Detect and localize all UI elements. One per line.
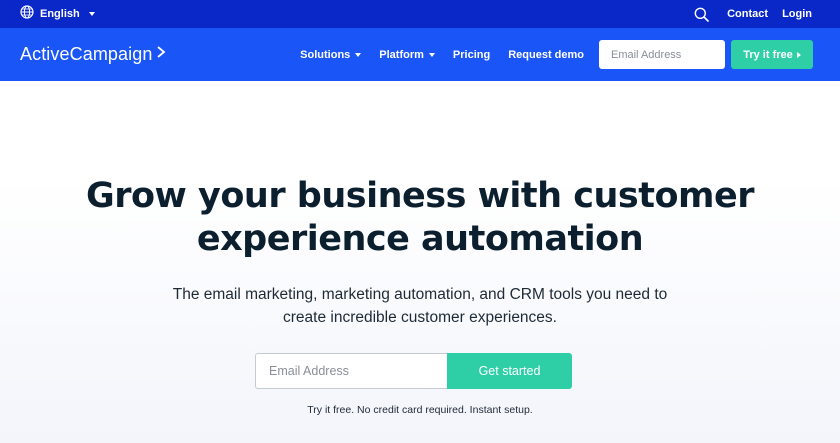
- chevron-down-icon: [88, 12, 95, 16]
- chevron-right-icon: [156, 45, 166, 64]
- try-it-free-button[interactable]: Try it free: [731, 40, 813, 69]
- contact-link[interactable]: Contact: [727, 8, 768, 20]
- nav-item-label: Request demo: [508, 48, 584, 61]
- nav-item-platform[interactable]: Platform: [379, 49, 435, 61]
- search-icon[interactable]: [694, 7, 709, 22]
- login-link[interactable]: Login: [782, 8, 812, 20]
- main-nav: ActiveCampaign Solutions Platform Pricin…: [0, 28, 840, 81]
- nav-links: Solutions Platform Pricing Request demo …: [300, 40, 813, 69]
- hero-subtitle-line-1: The email marketing, marketing automatio…: [172, 286, 668, 303]
- globe-icon: [20, 4, 34, 24]
- logo-text: ActiveCampaign: [20, 44, 153, 64]
- nav-item-label: Pricing: [452, 48, 491, 61]
- hero-title-line-1: Grow your business with customer: [86, 176, 755, 216]
- logo[interactable]: ActiveCampaign: [20, 44, 166, 65]
- signup-fine-print: Try it free. No credit card required. In…: [307, 404, 533, 416]
- top-utility-bar: English Contact Login: [0, 0, 840, 28]
- signup-form: Get started: [255, 353, 572, 389]
- nav-item-label: Platform: [379, 48, 424, 61]
- hero-subtitle: The email marketing, marketing automatio…: [170, 283, 670, 329]
- get-started-button[interactable]: Get started: [447, 353, 572, 389]
- nav-item-solutions[interactable]: Solutions: [300, 48, 362, 61]
- try-it-free-label: Try it free: [743, 48, 793, 61]
- nav-email-input[interactable]: [599, 40, 725, 69]
- hero-title-line-2: experience automation: [196, 219, 644, 259]
- nav-item-pricing[interactable]: Pricing: [453, 49, 490, 61]
- nav-item-label: Solutions: [300, 48, 351, 61]
- chevron-down-icon: [428, 52, 435, 57]
- language-selector[interactable]: English: [20, 4, 95, 24]
- hero-subtitle-line-2: create incredible customer experiences.: [283, 309, 557, 326]
- caret-right-icon: [796, 51, 801, 58]
- hero-title: Grow your business with customer experie…: [0, 175, 840, 261]
- hero-email-input[interactable]: [255, 353, 447, 389]
- nav-item-request-demo[interactable]: Request demo: [508, 49, 584, 61]
- language-label: English: [40, 8, 80, 20]
- chevron-down-icon: [355, 52, 362, 57]
- utility-links: Contact Login: [694, 7, 812, 22]
